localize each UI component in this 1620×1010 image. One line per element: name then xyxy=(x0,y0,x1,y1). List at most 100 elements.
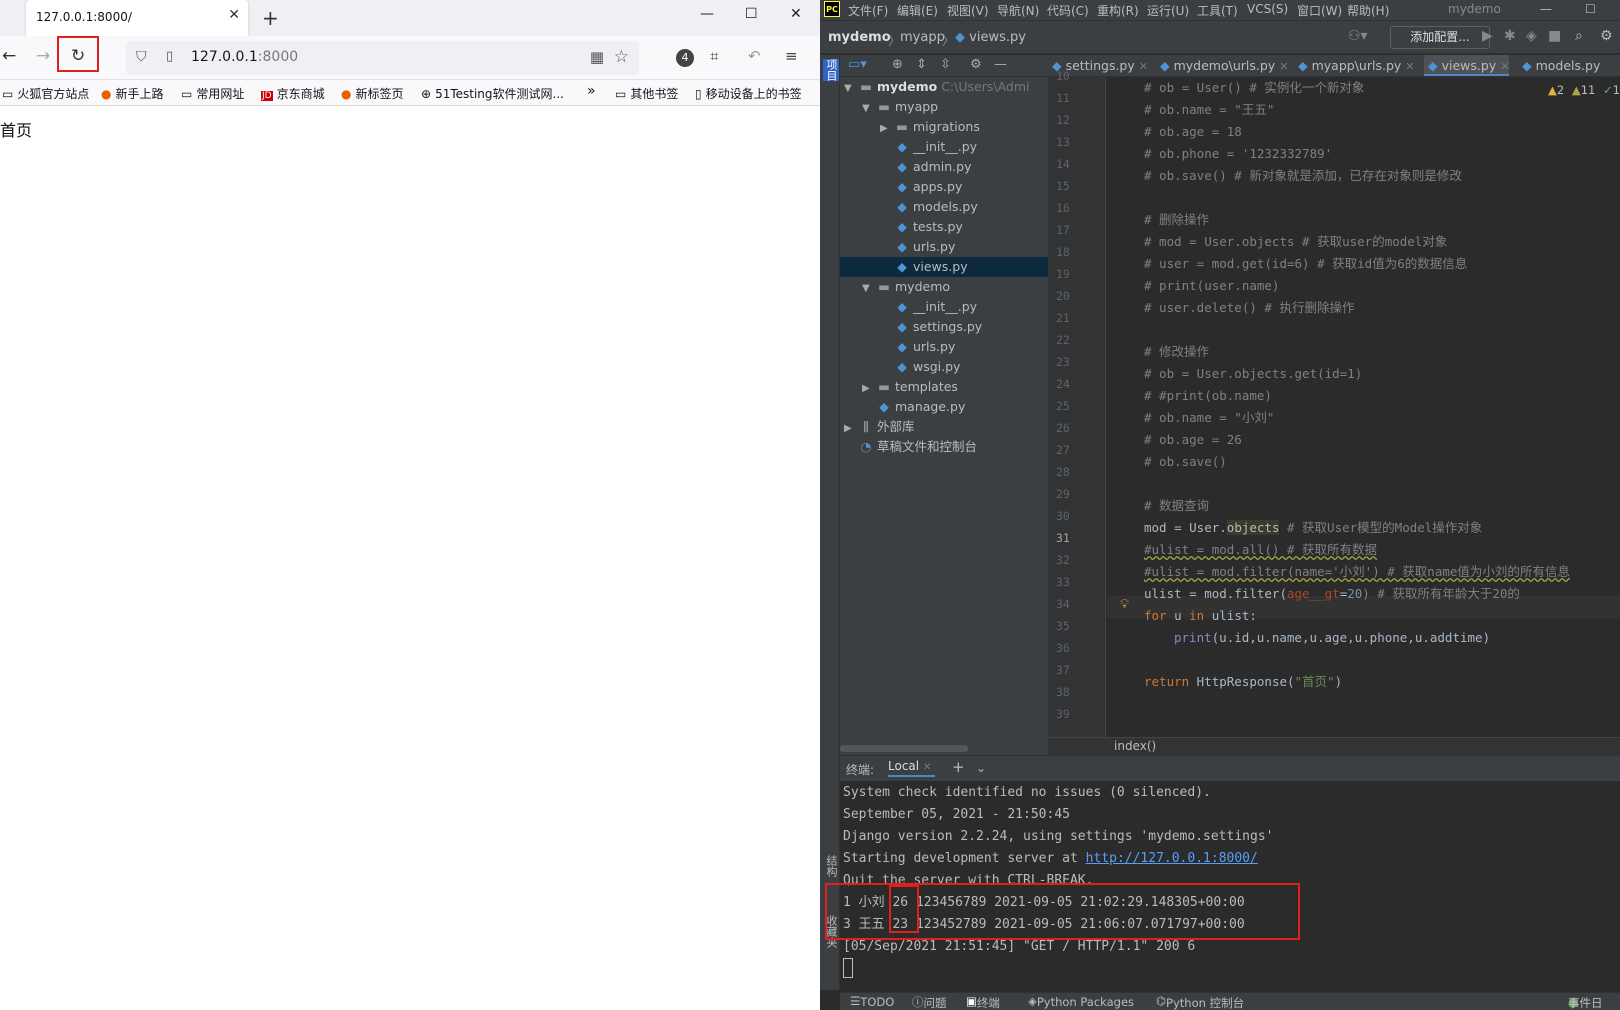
breadcrumb-folder[interactable]: myapp xyxy=(900,30,945,45)
user-icon[interactable]: ⚇▾ xyxy=(1348,28,1368,44)
bookmark-item[interactable]: ▭ 常用网址 xyxy=(181,85,244,102)
bookmark-star-icon[interactable]: ☆ xyxy=(614,47,629,67)
todo-tab[interactable]: ☰ TODO xyxy=(850,994,894,1009)
function-breadcrumb[interactable]: index() xyxy=(1114,739,1156,753)
menu-item[interactable]: 视图(V) xyxy=(947,2,989,19)
tree-item-file[interactable]: ◆ urls.py xyxy=(894,237,955,257)
editor-tab[interactable]: ◆ myapp\urls.py ✕ xyxy=(1294,55,1415,76)
add-terminal-icon[interactable]: + xyxy=(952,758,965,776)
breadcrumb-file[interactable]: ◆ views.py xyxy=(955,30,1026,45)
minimize-icon[interactable]: — xyxy=(1540,2,1552,16)
tree-item-file[interactable]: ◆ apps.py xyxy=(894,177,962,197)
problems-tab[interactable]: ⓘ 问题 xyxy=(912,994,947,1010)
menu-item[interactable]: 工具(T) xyxy=(1197,2,1238,19)
chevron-down-icon[interactable]: ⌄ xyxy=(976,761,986,775)
menu-item[interactable]: 代码(C) xyxy=(1047,2,1089,19)
tree-item-mydemo-pkg[interactable]: ▼ ▬ mydemo xyxy=(862,277,950,297)
close-icon[interactable]: ✕ xyxy=(1405,60,1414,73)
shield-icon[interactable]: ⛉ xyxy=(136,49,147,65)
gear-icon[interactable]: ⚙ xyxy=(970,57,982,72)
close-icon[interactable]: ✕ xyxy=(923,762,931,773)
tree-item-file[interactable]: ◆ __init__.py xyxy=(894,297,977,317)
back-icon[interactable]: ← xyxy=(2,46,16,66)
new-tab-icon[interactable]: + xyxy=(262,6,279,30)
screenshot-icon[interactable]: ⌗ xyxy=(710,47,718,65)
settings-icon[interactable]: ⚙ xyxy=(1600,28,1613,44)
maximize-icon[interactable]: ☐ xyxy=(745,6,758,22)
horizontal-scrollbar[interactable] xyxy=(840,745,968,752)
lightbulb-icon[interactable]: 💡︎ xyxy=(1120,597,1129,612)
menu-icon[interactable]: ≡ xyxy=(785,47,798,65)
tree-item-templates[interactable]: ▶ ▬ templates xyxy=(862,377,958,397)
editor-tab-active[interactable]: ◆ views.py ✕ xyxy=(1424,55,1510,76)
tree-item-file[interactable]: ◆ __init__.py xyxy=(894,137,977,157)
stop-icon[interactable]: ■ xyxy=(1548,28,1561,44)
close-icon[interactable]: ✕ xyxy=(1139,60,1148,73)
tree-item-scratches[interactable]: ◔ 草稿文件和控制台 xyxy=(858,437,977,457)
close-icon[interactable]: ✕ xyxy=(1279,60,1288,73)
menu-item[interactable]: 运行(U) xyxy=(1147,2,1189,19)
menu-item[interactable]: 导航(N) xyxy=(997,2,1039,19)
editor-tab[interactable]: ◆ mydemo\urls.py ✕ xyxy=(1156,55,1288,76)
tree-item-views-selected[interactable]: ◆ views.py xyxy=(840,257,1048,277)
bookmark-item[interactable]: ⊕ 51Testing软件测试网... xyxy=(421,85,564,102)
terminal-output[interactable]: System check identified no issues (0 sil… xyxy=(825,781,1620,992)
forward-icon[interactable]: → xyxy=(36,46,50,66)
debug-icon[interactable]: ✱ xyxy=(1504,28,1516,44)
tree-item-file[interactable]: ◆ models.py xyxy=(894,197,978,217)
menu-item[interactable]: 编辑(E) xyxy=(897,2,938,19)
tree-item-migrations[interactable]: ▶ ▬ migrations xyxy=(880,117,980,137)
qr-code-icon[interactable]: ▦ xyxy=(590,48,604,66)
search-icon[interactable]: ⌕ xyxy=(1575,28,1583,44)
project-view-icon[interactable]: ▭▾ xyxy=(848,57,867,72)
bookmark-item[interactable]: JD 京东商城 xyxy=(261,85,325,102)
bookmark-item[interactable]: ● 新标签页 xyxy=(341,85,404,102)
extension-badge[interactable]: 4 xyxy=(676,49,694,67)
python-console-tab[interactable]: ⌬ Python 控制台 xyxy=(1156,994,1244,1010)
terminal-tab-local[interactable]: Local ✕ xyxy=(888,759,936,777)
menu-item[interactable]: 窗口(W) xyxy=(1297,2,1342,19)
bookmarks-overflow[interactable]: » xyxy=(587,83,596,99)
close-icon[interactable]: ✕ xyxy=(228,7,240,23)
tree-item-myapp[interactable]: ▼ ▬ myapp xyxy=(862,97,938,117)
hide-icon[interactable]: — xyxy=(994,57,1007,72)
menu-item[interactable]: VCS(S) xyxy=(1247,2,1288,16)
server-link[interactable]: http://127.0.0.1:8000/ xyxy=(1086,851,1258,866)
page-info-icon[interactable]: ▯ xyxy=(166,49,173,64)
run-icon[interactable]: ▶ xyxy=(1482,28,1493,44)
python-packages-tab[interactable]: ◈ Python Packages xyxy=(1028,994,1134,1009)
menu-item[interactable]: 重构(R) xyxy=(1097,2,1139,19)
bookmark-item[interactable]: ▭ 其他书签 xyxy=(615,85,678,102)
tree-item-file[interactable]: ◆ settings.py xyxy=(894,317,982,337)
browser-tab[interactable]: 127.0.0.1:8000/ ✕ xyxy=(26,0,248,36)
project-tool-tab[interactable]: 项目 xyxy=(823,59,839,81)
menu-item[interactable]: 帮助(H) xyxy=(1347,2,1389,19)
terminal-tab[interactable]: ▣ 终端 xyxy=(966,994,1000,1010)
bookmark-item[interactable]: ● 新手上路 xyxy=(101,85,164,102)
expand-all-icon[interactable]: ⇕ xyxy=(916,57,927,72)
window-close-icon[interactable]: ✕ xyxy=(790,6,802,22)
menu-item[interactable]: 文件(F) xyxy=(848,2,888,19)
inspection-widget[interactable]: ▲2 ▲11 ✓1 xyxy=(1548,83,1620,97)
editor-tab[interactable]: ◆ models.py xyxy=(1518,55,1600,76)
bookmark-item[interactable]: ▯ 移动设备上的书签 xyxy=(695,85,802,102)
bookmark-item[interactable]: ▭ 火狐官方站点 xyxy=(2,85,89,102)
tree-item-file[interactable]: ◆ admin.py xyxy=(894,157,971,177)
collapse-all-icon[interactable]: ⇳ xyxy=(940,57,951,72)
add-configuration-button[interactable]: 添加配置... xyxy=(1390,26,1490,49)
coverage-icon[interactable]: ◈ xyxy=(1526,28,1537,44)
tree-item-mydemo-root[interactable]: ▼ ▬ mydemo C:\Users\Admi xyxy=(844,77,1048,97)
undo-icon[interactable]: ↶ xyxy=(748,47,761,65)
tree-item-file[interactable]: ◆ tests.py xyxy=(894,217,963,237)
maximize-icon[interactable]: ☐ xyxy=(1585,2,1596,16)
minimize-icon[interactable]: — xyxy=(700,6,714,22)
tree-item-external-libs[interactable]: ▶ ⫼ 外部库 xyxy=(844,417,915,437)
url-bar[interactable]: ⛉ ▯ 127.0.0.1:8000 ▦ ☆ xyxy=(126,41,639,75)
tree-item-file[interactable]: ◆ wsgi.py xyxy=(894,357,960,377)
tree-item-file[interactable]: ◆ urls.py xyxy=(894,337,955,357)
breadcrumb-project[interactable]: mydemo xyxy=(828,30,891,45)
tree-item-file[interactable]: ◆ manage.py xyxy=(876,397,965,417)
locate-icon[interactable]: ⊕ xyxy=(892,57,903,72)
close-icon[interactable]: ✕ xyxy=(1500,60,1509,73)
structure-tool-tab[interactable]: 结构 xyxy=(823,855,839,877)
